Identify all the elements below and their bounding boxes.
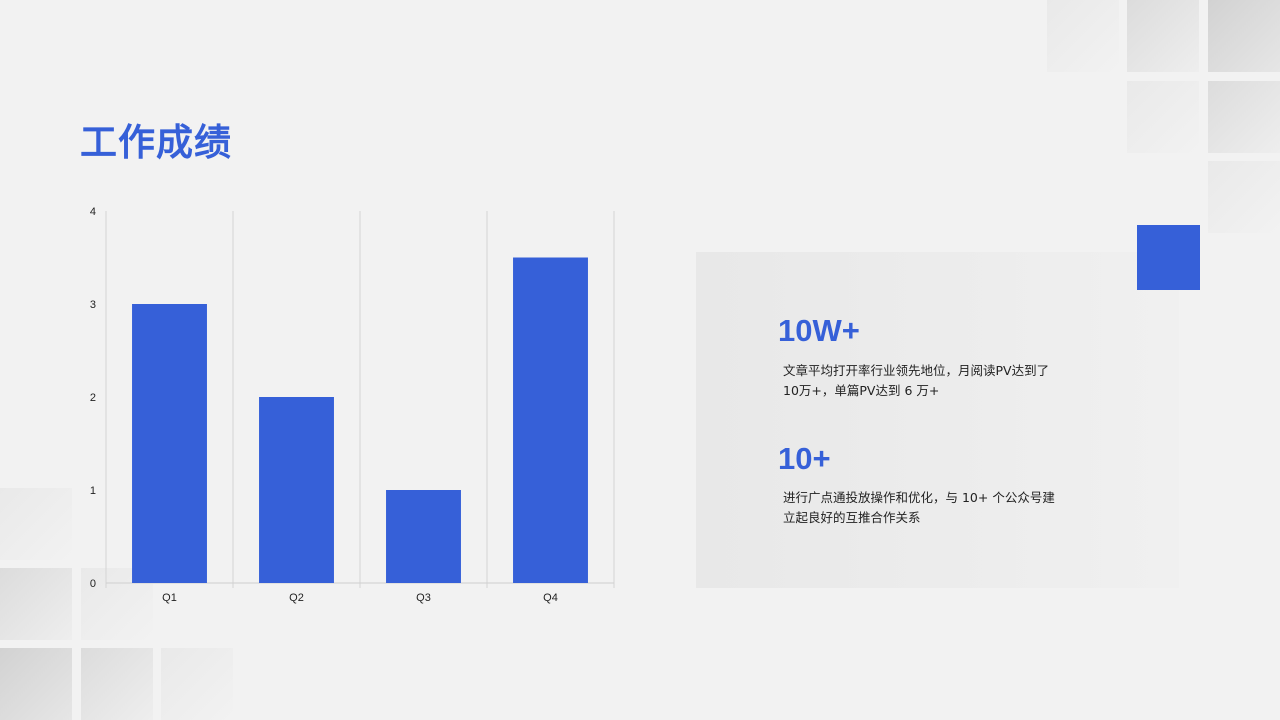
- stat-value-readership: 10W+: [778, 313, 860, 348]
- y-tick-label: 0: [90, 578, 96, 590]
- bar: [259, 397, 334, 583]
- stat-desc-partners: 进行广点通投放操作和优化，与 10+ 个公众号建 立起良好的互推合作关系: [783, 488, 1083, 528]
- stat-desc-line: 文章平均打开率行业领先地位，月阅读PV达到了: [783, 363, 1050, 378]
- decor-tile: [81, 648, 153, 720]
- decor-tile: [1127, 81, 1199, 153]
- stat-desc-line: 10万+，单篇PV达到 6 万+: [783, 383, 940, 398]
- y-tick-label: 3: [90, 299, 96, 311]
- decor-tile: [1127, 0, 1199, 72]
- y-tick-label: 2: [90, 392, 96, 404]
- accent-square: [1137, 225, 1200, 290]
- x-tick-label: Q1: [162, 592, 177, 604]
- y-tick-label: 4: [90, 206, 96, 218]
- x-tick-label: Q4: [543, 592, 558, 604]
- stat-desc-line: 进行广点通投放操作和优化，与 10+ 个公众号建: [783, 490, 1055, 505]
- bar: [513, 257, 588, 583]
- x-tick-label: Q3: [416, 592, 431, 604]
- slide-title: 工作成绩: [80, 121, 232, 164]
- decor-tile: [1047, 0, 1119, 72]
- decor-tile: [1208, 0, 1280, 72]
- decor-tile: [1208, 161, 1280, 233]
- decor-tile: [0, 568, 72, 640]
- y-tick-label: 1: [90, 485, 96, 497]
- x-tick-label: Q2: [289, 592, 304, 604]
- stats-panel: [696, 252, 1179, 588]
- decor-tile: [161, 648, 233, 720]
- bar: [132, 304, 207, 583]
- decor-tile: [0, 488, 72, 560]
- bar-chart: 0 1 2 3 4 Q1 Q2 Q3 Q4: [90, 206, 615, 604]
- stat-value-partners: 10+: [778, 441, 831, 476]
- decor-tile: [1208, 81, 1280, 153]
- stat-desc-line: 立起良好的互推合作关系: [783, 510, 921, 525]
- decor-tile: [0, 648, 72, 720]
- stat-desc-readership: 文章平均打开率行业领先地位，月阅读PV达到了 10万+，单篇PV达到 6 万+: [783, 361, 1083, 401]
- bar: [386, 490, 461, 583]
